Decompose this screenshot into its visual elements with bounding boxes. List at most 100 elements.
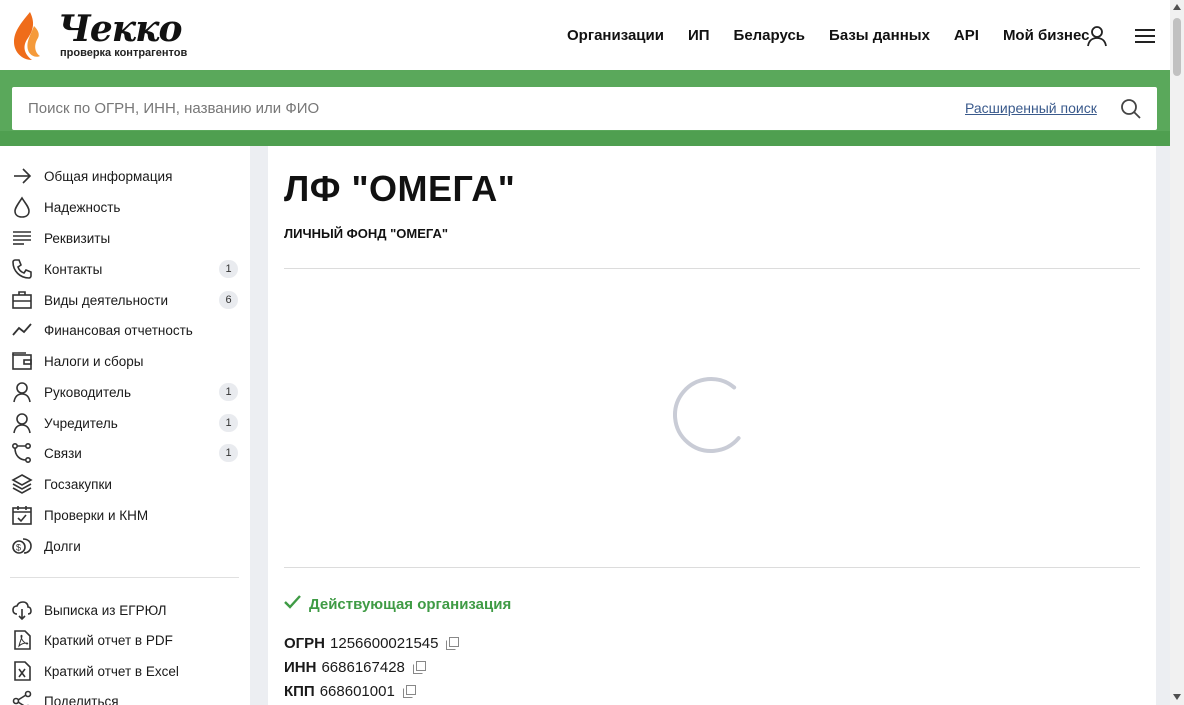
sidebar-item-founder[interactable]: Учредитель 1 [10,409,240,437]
share-icon [10,689,34,705]
count-badge: 1 [219,260,238,278]
calendar-check-icon [10,503,34,527]
sidebar-action-label: Краткий отчет в PDF [44,632,173,648]
sidebar-item-finance[interactable]: Финансовая отчетность [10,316,240,344]
count-badge: 1 [219,414,238,432]
menu-icon[interactable] [1133,24,1157,53]
flame-logo-icon [14,12,40,60]
nav-my-business[interactable]: Мой бизнес [1003,27,1090,44]
scroll-up-icon[interactable] [1173,4,1181,10]
nav-organizations[interactable]: Организации [567,27,664,44]
status-badge: Действующая организация [284,595,511,614]
person-icon [10,411,34,435]
sidebar-item-contacts[interactable]: Контакты 1 [10,255,240,283]
requisite-value: 6686167428 [321,659,405,676]
cloud-download-icon [10,598,34,622]
status-text: Действующая организация [309,596,512,613]
sidebar-item-requisites[interactable]: Реквизиты [10,224,240,252]
copy-icon[interactable] [412,661,426,674]
sidebar-divider [10,577,239,578]
requisite-value: 1256600021545 [330,635,439,652]
page-scrollbar[interactable] [1170,0,1184,705]
requisite-value: 668601001 [319,683,395,700]
phone-icon [10,257,34,281]
main-nav: Организации ИП Беларусь Базы данных API … [567,27,1113,44]
nav-ip[interactable]: ИП [688,27,710,44]
sidebar-action-share[interactable]: Поделиться [10,687,240,705]
logo-tagline: проверка контрагентов [60,47,188,59]
sidebar-item-debts[interactable]: $ Долги [10,532,240,560]
company-card: ЛФ "ОМЕГА" ЛИЧНЫЙ ФОНД "ОМЕГА" Действующ… [268,146,1156,705]
divider [284,567,1140,568]
copy-icon[interactable] [402,685,416,698]
arrow-right-icon [10,164,34,188]
sidebar-item-label: Финансовая отчетность [44,322,193,338]
count-badge: 1 [219,383,238,401]
page-gutter-left [250,146,268,705]
sidebar-item-label: Учредитель [44,415,118,431]
sidebar-item-label: Проверки и КНМ [44,507,149,523]
sidebar-action-excel[interactable]: Краткий отчет в Excel [10,657,240,685]
sidebar-item-procurement[interactable]: Госзакупки [10,470,240,498]
advanced-search-link[interactable]: Расширенный поиск [965,100,1097,116]
sidebar-item-label: Общая информация [44,168,173,184]
search-input[interactable] [28,87,928,130]
nav-api[interactable]: API [954,27,979,44]
pdf-icon [10,628,34,652]
sidebar-action-label: Выписка из ЕГРЮЛ [44,602,167,618]
check-icon [284,595,301,614]
user-icon[interactable] [1085,24,1109,53]
count-badge: 6 [219,291,238,309]
sidebar-item-taxes[interactable]: Налоги и сборы [10,347,240,375]
sidebar-item-label: Контакты [44,261,103,277]
sidebar-item-label: Связи [44,445,82,461]
copy-icon[interactable] [446,637,460,650]
requisite-key: КПП [284,683,315,700]
sidebar-action-label: Поделиться [44,693,119,705]
company-full-name: ЛИЧНЫЙ ФОНД "ОМЕГА" [284,226,449,241]
scroll-down-icon[interactable] [1173,694,1181,700]
logo-wordmark: Чекко [58,8,183,50]
sidebar: Общая информация Надежность Реквизиты Ко… [0,146,250,705]
sidebar-item-inspections[interactable]: Проверки и КНМ [10,501,240,529]
search-box: Расширенный поиск [12,87,1157,130]
layers-icon [10,472,34,496]
chart-line-icon [10,318,34,342]
requisite-ogrn: ОГРН 1256600021545 [284,635,460,652]
sidebar-action-egrul[interactable]: Выписка из ЕГРЮЛ [10,596,240,624]
search-icon[interactable] [1119,97,1143,126]
sidebar-item-label: Налоги и сборы [44,353,144,369]
sidebar-item-label: Виды деятельности [44,292,169,308]
person-icon [10,380,34,404]
sidebar-item-director[interactable]: Руководитель 1 [10,378,240,406]
wallet-icon [10,349,34,373]
count-badge: 1 [219,444,238,462]
excel-icon [10,659,34,683]
scrollbar-thumb[interactable] [1173,18,1181,76]
sidebar-item-label: Руководитель [44,384,131,400]
site-header: Чекко проверка контрагентов Организации … [0,0,1170,70]
requisite-key: ОГРН [284,635,326,652]
sidebar-item-label: Надежность [44,199,121,215]
sidebar-action-pdf[interactable]: Краткий отчет в PDF [10,626,240,654]
sidebar-item-label: Долги [44,538,81,554]
logo[interactable]: Чекко проверка контрагентов [10,8,190,62]
sidebar-item-label: Госзакупки [44,476,112,492]
nav-databases[interactable]: Базы данных [829,27,930,44]
sidebar-item-reliability[interactable]: Надежность [10,193,240,221]
sidebar-item-general[interactable]: Общая информация [10,162,240,190]
requisite-kpp: КПП 668601001 [284,683,416,700]
connections-icon [10,441,34,465]
loading-spinner-icon [673,377,741,453]
requisite-inn: ИНН 6686167428 [284,659,426,676]
search-band-shadow [0,131,1170,146]
coins-icon: $ [10,534,34,558]
divider [284,268,1140,269]
sidebar-item-activities[interactable]: Виды деятельности 6 [10,286,240,314]
requisite-key: ИНН [284,659,317,676]
svg-text:$: $ [16,543,21,553]
drop-icon [10,195,34,219]
nav-belarus[interactable]: Беларусь [734,27,806,44]
lines-icon [10,226,34,250]
sidebar-item-connections[interactable]: Связи 1 [10,439,240,467]
